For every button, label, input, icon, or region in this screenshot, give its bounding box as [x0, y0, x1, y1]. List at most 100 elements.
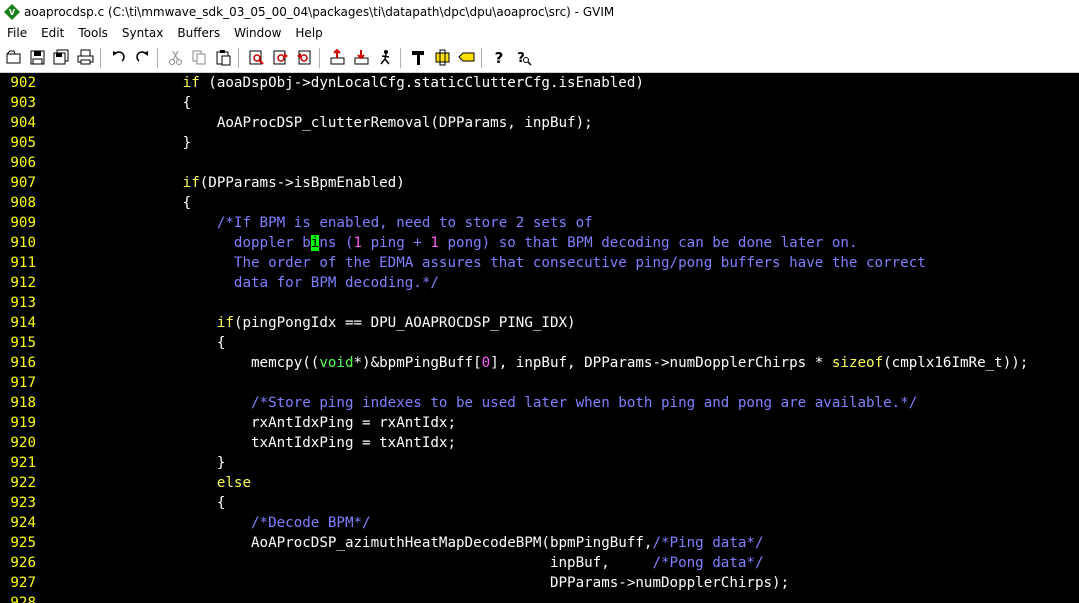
line-number: 913: [10, 295, 36, 311]
menu-tools[interactable]: Tools: [71, 23, 115, 43]
code-editor[interactable]: 902 if (aoaDspObj->dynLocalCfg.staticClu…: [0, 73, 1079, 603]
code-line[interactable]: 924 /*Decode BPM*/: [0, 513, 1079, 533]
line-code[interactable]: /*If BPM is enabled, need to store 2 set…: [46, 213, 593, 233]
load-session-icon[interactable]: [327, 47, 348, 69]
code-line[interactable]: 912 data for BPM decoding.*/: [0, 273, 1079, 293]
copy-icon[interactable]: [189, 47, 210, 69]
line-code[interactable]: inpBuf, /*Pong data*/: [46, 553, 764, 573]
line-code[interactable]: {: [46, 493, 226, 513]
open-icon[interactable]: [3, 47, 24, 69]
toolbar-separator: [157, 47, 158, 68]
line-code[interactable]: else: [46, 473, 251, 493]
line-code[interactable]: AoAProcDSP_clutterRemoval(DPParams, inpB…: [46, 113, 593, 133]
menu-syntax[interactable]: Syntax: [115, 23, 170, 43]
line-code[interactable]: {: [46, 193, 192, 213]
undo-icon[interactable]: [108, 47, 129, 69]
code-line[interactable]: 913: [0, 293, 1079, 313]
menu-bar: File Edit Tools Syntax Buffers Window Help: [0, 23, 1079, 43]
menu-file[interactable]: File: [0, 23, 34, 43]
code-line[interactable]: 904 AoAProcDSP_clutterRemoval(DPParams, …: [0, 113, 1079, 133]
menu-help[interactable]: Help: [288, 23, 329, 43]
code-line[interactable]: 911 The order of the EDMA assures that c…: [0, 253, 1079, 273]
window-title-bar[interactable]: V aoaprocdsp.c (C:\ti\mmwave_sdk_03_05_0…: [0, 0, 1079, 23]
line-number: 909: [10, 215, 36, 231]
line-code[interactable]: if (aoaDspObj->dynLocalCfg.staticClutter…: [46, 73, 644, 93]
line-code[interactable]: /*Decode BPM*/: [46, 513, 371, 533]
line-code[interactable]: {: [46, 93, 192, 113]
line-number: 916: [10, 355, 36, 371]
code-line[interactable]: 923 {: [0, 493, 1079, 513]
find-help-icon[interactable]: ?: [513, 47, 534, 69]
code-line[interactable]: 920 txAntIdxPing = txAntIdx;: [0, 433, 1079, 453]
code-line[interactable]: 906: [0, 153, 1079, 173]
code-line[interactable]: 922 else: [0, 473, 1079, 493]
code-line[interactable]: 928: [0, 593, 1079, 603]
toolbar-separator: [400, 47, 401, 68]
code-line[interactable]: 908 {: [0, 193, 1079, 213]
save-session-icon[interactable]: [351, 47, 372, 69]
code-line[interactable]: 918 /*Store ping indexes to be used late…: [0, 393, 1079, 413]
line-number: 907: [10, 175, 36, 191]
line-code[interactable]: rxAntIdxPing = rxAntIdx;: [46, 413, 456, 433]
make-icon[interactable]: [408, 47, 429, 69]
code-line[interactable]: 902 if (aoaDspObj->dynLocalCfg.staticClu…: [0, 73, 1079, 93]
line-number: 911: [10, 255, 36, 271]
jump-tag-icon[interactable]: [456, 47, 477, 69]
run-ctags-icon[interactable]: [432, 47, 453, 69]
code-line[interactable]: 915 {: [0, 333, 1079, 353]
window-title: aoaprocdsp.c (C:\ti\mmwave_sdk_03_05_00_…: [24, 4, 615, 19]
svg-text:V: V: [9, 8, 16, 17]
line-code[interactable]: memcpy((void*)&bpmPingBuff[0], inpBuf, D…: [46, 353, 1028, 373]
code-line[interactable]: 903 {: [0, 93, 1079, 113]
line-code[interactable]: {: [46, 333, 226, 353]
code-line[interactable]: 910 doppler bins (1 ping + 1 pong) so th…: [0, 233, 1079, 253]
redo-icon[interactable]: [132, 47, 153, 69]
code-line[interactable]: 907 if(DPParams->isBpmEnabled): [0, 173, 1079, 193]
line-number: 919: [10, 415, 36, 431]
line-number: 926: [10, 555, 36, 571]
line-number: 908: [10, 195, 36, 211]
gvim-app-icon[interactable]: V: [4, 3, 20, 20]
line-number: 915: [10, 335, 36, 351]
code-line[interactable]: 926 inpBuf, /*Pong data*/: [0, 553, 1079, 573]
line-code[interactable]: data for BPM decoding.*/: [46, 273, 439, 293]
line-code[interactable]: txAntIdxPing = txAntIdx;: [46, 433, 456, 453]
text-cursor: i: [310, 235, 320, 251]
print-icon[interactable]: [75, 47, 96, 69]
find-prev-icon[interactable]: [294, 47, 315, 69]
line-number: 920: [10, 435, 36, 451]
line-code[interactable]: if(pingPongIdx == DPU_AOAPROCDSP_PING_ID…: [46, 313, 576, 333]
save-icon[interactable]: [27, 47, 48, 69]
line-code[interactable]: doppler bins (1 ping + 1 pong) so that B…: [46, 233, 858, 253]
find-next-icon[interactable]: [270, 47, 291, 69]
line-number: 918: [10, 395, 36, 411]
save-all-icon[interactable]: [51, 47, 72, 69]
line-number: 905: [10, 135, 36, 151]
code-line[interactable]: 909 /*If BPM is enabled, need to store 2…: [0, 213, 1079, 233]
code-line[interactable]: 919 rxAntIdxPing = rxAntIdx;: [0, 413, 1079, 433]
line-code[interactable]: DPParams->numDopplerChirps);: [46, 573, 789, 593]
find-replace-icon[interactable]: [246, 47, 267, 69]
code-line[interactable]: 927 DPParams->numDopplerChirps);: [0, 573, 1079, 593]
code-line[interactable]: 921 }: [0, 453, 1079, 473]
line-number: 906: [10, 155, 36, 171]
line-code[interactable]: /*Store ping indexes to be used later wh…: [46, 393, 917, 413]
menu-window[interactable]: Window: [227, 23, 288, 43]
line-code[interactable]: }: [46, 133, 192, 153]
cut-icon[interactable]: [165, 47, 186, 69]
line-code[interactable]: AoAProcDSP_azimuthHeatMapDecodeBPM(bpmPi…: [46, 533, 764, 553]
code-line[interactable]: 905 }: [0, 133, 1079, 153]
paste-icon[interactable]: [213, 47, 234, 69]
run-script-icon[interactable]: [375, 47, 396, 69]
line-code[interactable]: }: [46, 453, 226, 473]
code-line[interactable]: 914 if(pingPongIdx == DPU_AOAPROCDSP_PIN…: [0, 313, 1079, 333]
line-code[interactable]: if(DPParams->isBpmEnabled): [46, 173, 405, 193]
line-code[interactable]: The order of the EDMA assures that conse…: [46, 253, 926, 273]
code-line[interactable]: 925 AoAProcDSP_azimuthHeatMapDecodeBPM(b…: [0, 533, 1079, 553]
line-number: 922: [10, 475, 36, 491]
code-line[interactable]: 916 memcpy((void*)&bpmPingBuff[0], inpBu…: [0, 353, 1079, 373]
menu-edit[interactable]: Edit: [34, 23, 71, 43]
menu-buffers[interactable]: Buffers: [170, 23, 227, 43]
help-icon[interactable]: ?: [489, 47, 510, 69]
code-line[interactable]: 917: [0, 373, 1079, 393]
